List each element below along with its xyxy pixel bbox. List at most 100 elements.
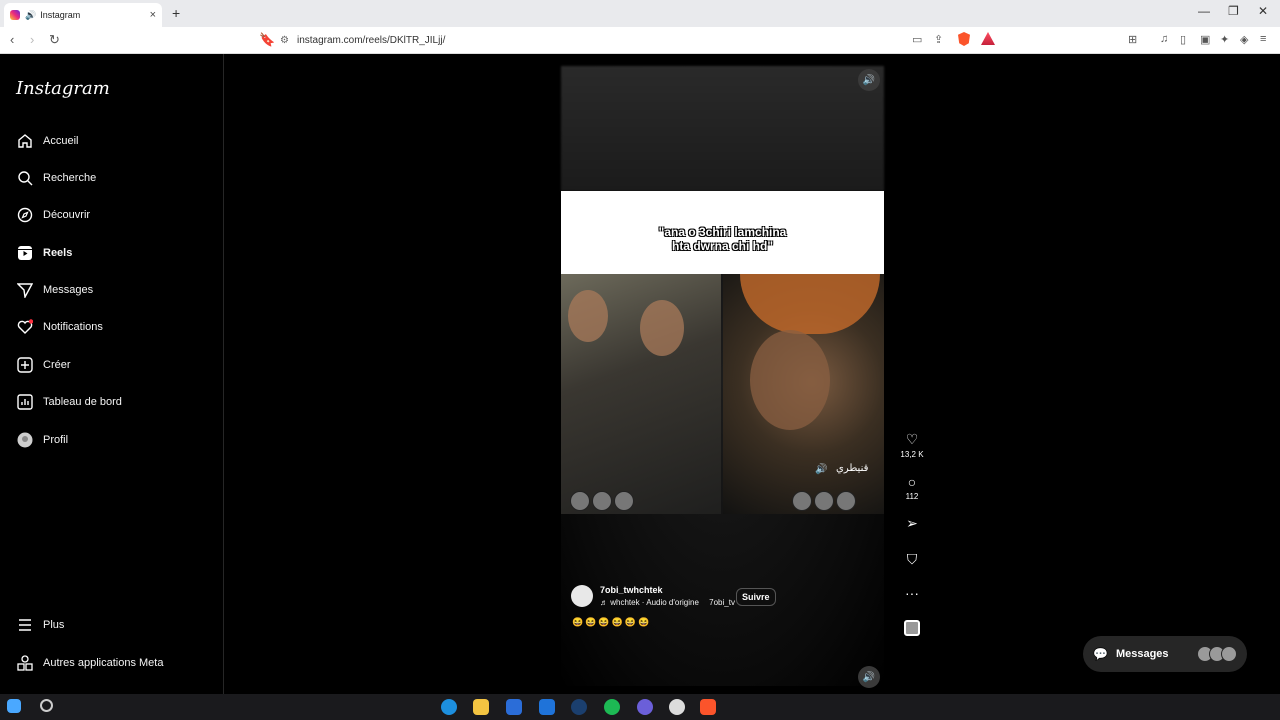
nav-explore[interactable]: Découvrir	[16, 206, 90, 224]
close-window-button[interactable]: ✕	[1258, 4, 1268, 18]
forward-icon[interactable]: ›	[30, 32, 34, 47]
nav-more[interactable]: Plus	[16, 616, 64, 634]
brave-taskbar-icon[interactable]	[700, 699, 716, 715]
tab-title: Instagram	[40, 10, 81, 20]
steam-icon[interactable]	[571, 699, 587, 715]
audio-label: ♬ whchtek · Audio d'origine	[600, 598, 699, 607]
instagram-sidebar: Instagram Accueil Recherche Découvrir Re…	[0, 54, 224, 694]
like-button[interactable]: ♡ 13,2 K	[900, 431, 924, 459]
home-icon	[16, 132, 34, 150]
reels-icon	[16, 244, 34, 262]
browser-tab[interactable]: 🔊 Instagram ×	[4, 3, 162, 27]
search-icon[interactable]	[40, 699, 53, 712]
back-icon[interactable]: ‹	[10, 32, 14, 47]
meta-apps-icon	[16, 654, 34, 672]
nav-reels[interactable]: Reels	[16, 244, 72, 262]
messenger-icon: 💬	[1093, 647, 1108, 661]
caption-line-2: hta dwrna chi hd"	[671, 239, 774, 253]
discord-icon[interactable]	[637, 699, 653, 715]
tab-search-icon[interactable]: ⊞	[1128, 33, 1137, 46]
wallet-icon[interactable]: ▣	[1200, 33, 1210, 46]
spotify-icon[interactable]	[604, 699, 620, 715]
browser-tab-bar: 🔊 Instagram × + — ❐ ✕	[0, 0, 1280, 27]
nav-create[interactable]: Créer	[16, 356, 71, 374]
nav-messages[interactable]: Messages	[16, 281, 93, 299]
bookmark-icon[interactable]: 🔖	[259, 32, 275, 48]
nav-meta-apps[interactable]: Autres applications Meta	[16, 654, 163, 672]
nav-label: Notifications	[43, 321, 103, 333]
tab-close-icon[interactable]: ×	[150, 9, 156, 21]
share-button[interactable]: ➢	[900, 515, 924, 532]
leo-icon[interactable]: ✦	[1220, 33, 1229, 46]
instagram-logo[interactable]: Instagram	[16, 78, 110, 99]
vpn-icon[interactable]: ◈	[1240, 33, 1248, 46]
restore-button[interactable]: ❐	[1228, 4, 1239, 18]
recent-chat-avatars	[1197, 646, 1237, 662]
caption-line-1: "ana o 3chiri lamchina	[658, 225, 787, 239]
media-icon[interactable]: ♫	[1160, 33, 1168, 45]
author-name[interactable]: 7obi_twhchtek	[600, 585, 735, 595]
nav-label: Tableau de bord	[43, 396, 122, 408]
minimize-button[interactable]: —	[1198, 4, 1210, 18]
speaker-icon[interactable]: 🔊	[25, 10, 36, 21]
outlook-icon[interactable]	[539, 699, 555, 715]
viewer-avatars-right	[792, 491, 858, 511]
audio-thumbnail[interactable]	[904, 620, 920, 636]
store-icon[interactable]	[506, 699, 522, 715]
url-text: instagram.com/reels/DKlTR_JILjj/	[296, 35, 446, 46]
reel-description: 😆😆😆😆😆😆	[572, 617, 652, 627]
instagram-favicon-icon	[10, 10, 20, 20]
messages-drawer[interactable]: 💬 Messages	[1083, 636, 1247, 672]
nav-label: Autres applications Meta	[43, 657, 164, 669]
comment-icon: ○	[907, 474, 917, 490]
nav-profile[interactable]: Profil	[16, 431, 68, 449]
share-icon[interactable]: ⇪	[934, 33, 943, 46]
heart-icon: ♡	[905, 431, 919, 447]
reel-blurred-top	[561, 66, 884, 191]
reel-author[interactable]: 7obi_twhchtek ♬ whchtek · Audio d'origin…	[571, 585, 735, 607]
nav-dashboard[interactable]: Tableau de bord	[16, 393, 122, 411]
like-count: 13,2 K	[900, 450, 924, 459]
video-caption: "ana o 3chiri lamchina hta dwrna chi hd"	[561, 225, 884, 253]
author-avatar[interactable]	[571, 585, 593, 607]
site-settings-icon[interactable]: ⚙	[280, 35, 289, 46]
app-icon[interactable]	[669, 699, 685, 715]
nav-notifications[interactable]: Notifications	[16, 318, 103, 336]
compass-icon	[16, 206, 34, 224]
comment-button[interactable]: ○ 112	[900, 474, 924, 501]
nav-label: Accueil	[43, 135, 79, 147]
nav-label: Plus	[43, 619, 65, 631]
nav-label: Messages	[43, 284, 94, 296]
new-tab-button[interactable]: +	[172, 5, 180, 21]
address-toolbar: ‹ › ↻ 🔖 ⚙ instagram.com/reels/DKlTR_JILj…	[0, 27, 1280, 54]
sidebar-icon[interactable]: ▯	[1180, 33, 1186, 46]
file-explorer-icon[interactable]	[473, 699, 489, 715]
menu-icon	[16, 616, 34, 634]
save-button[interactable]: ⛉	[900, 551, 924, 568]
cast-icon[interactable]: ▭	[912, 33, 922, 46]
nav-home[interactable]: Accueil	[16, 132, 78, 150]
volume-icon[interactable]: 🔊	[858, 666, 880, 688]
menu-icon[interactable]: ≡	[1260, 33, 1266, 45]
bar-chart-icon	[16, 393, 34, 411]
more-options-button[interactable]: ···	[900, 585, 924, 601]
nav-search[interactable]: Recherche	[16, 169, 96, 187]
follow-button[interactable]: Suivre	[736, 588, 776, 606]
video-speaker-icon: 🔊	[815, 464, 828, 475]
reload-icon[interactable]: ↻	[49, 32, 60, 48]
nav-label: Recherche	[43, 172, 97, 184]
nav-label: Créer	[43, 359, 71, 371]
viewer-avatars-left	[570, 491, 636, 511]
url-bar[interactable]: ⚙ instagram.com/reels/DKlTR_JILjj/	[280, 31, 1000, 50]
video-overlay-text: قنيطري	[836, 463, 869, 474]
volume-icon[interactable]: 🔊	[858, 69, 880, 91]
video-face	[750, 330, 830, 430]
windows-start-icon[interactable]	[7, 699, 21, 713]
windows-taskbar	[0, 694, 1280, 720]
bookmark-icon: ⛉	[906, 551, 918, 567]
audio-info[interactable]: ♬ whchtek · Audio d'origine 7obi_tv	[600, 598, 735, 607]
edge-icon[interactable]	[441, 699, 457, 715]
send-icon	[16, 281, 34, 299]
audio-suffix: 7obi_tv	[709, 598, 735, 607]
comment-count: 112	[905, 492, 919, 501]
